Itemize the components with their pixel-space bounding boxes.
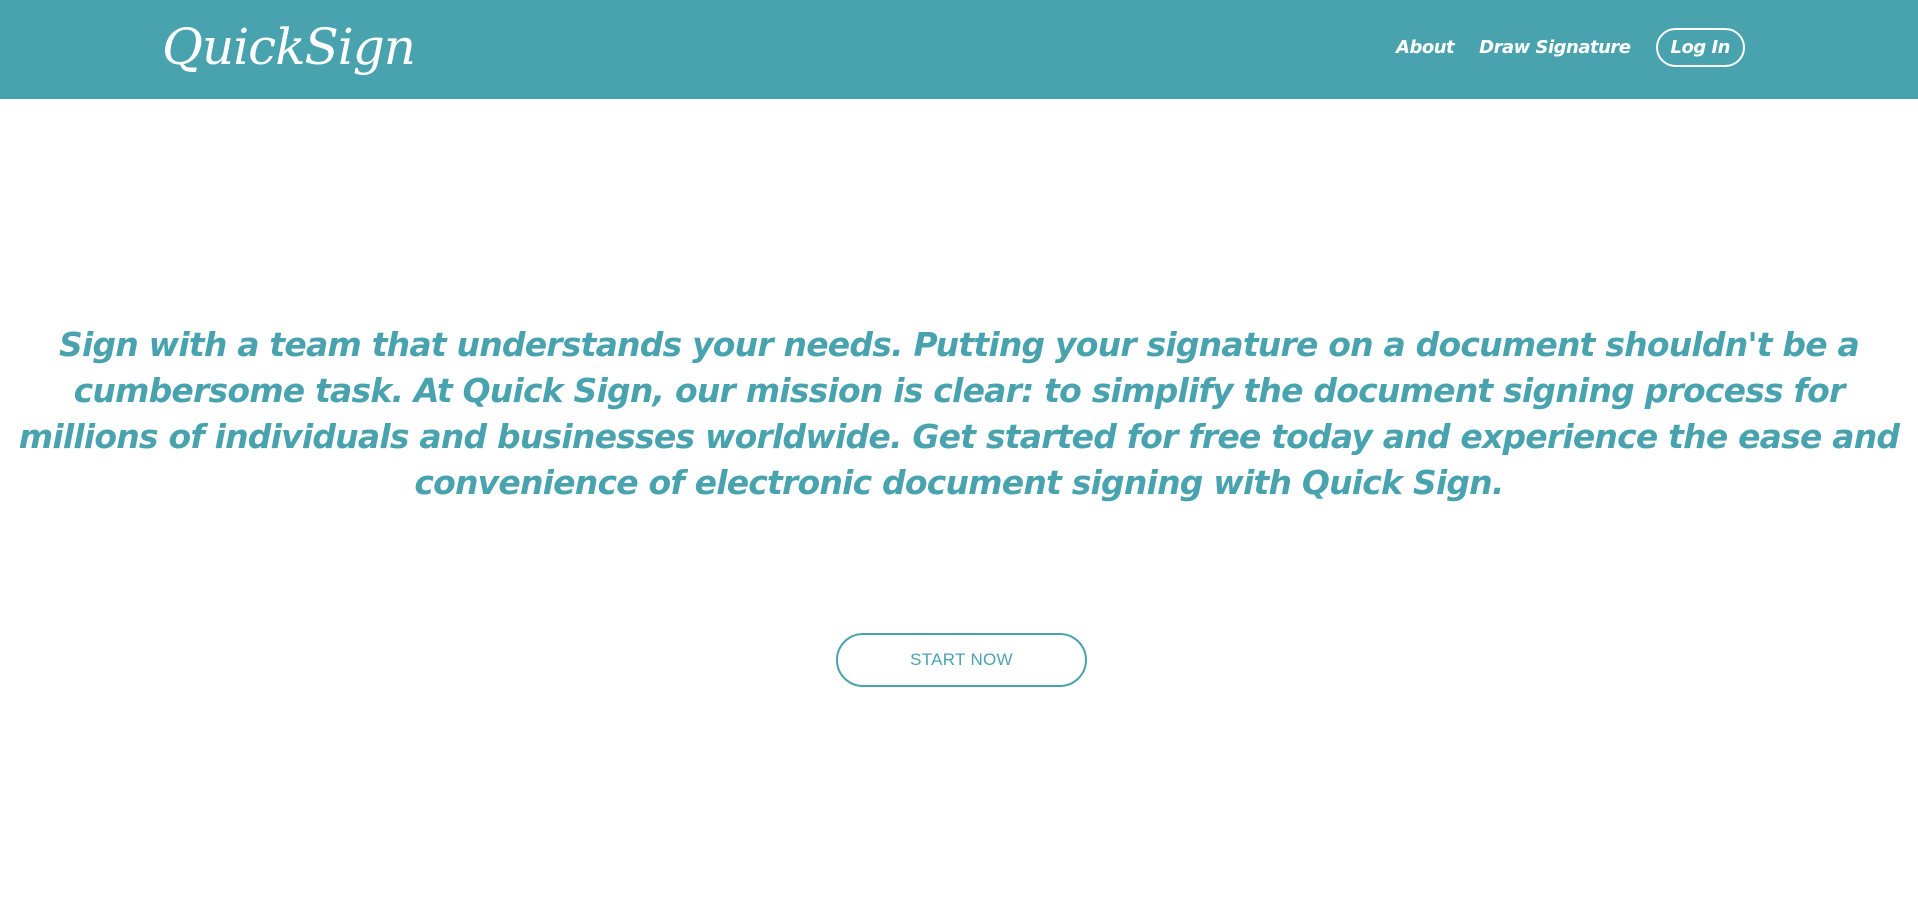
nav-link-about[interactable]: About: [1396, 29, 1455, 67]
navbar: QuickSign About Draw Signature Log In: [0, 0, 1918, 99]
login-button[interactable]: Log In: [1655, 28, 1745, 67]
start-now-button[interactable]: START NOW: [836, 633, 1087, 687]
brand-logo[interactable]: QuickSign: [162, 12, 416, 82]
nav-links: About Draw Signature Log In: [1371, 28, 1745, 67]
hero-text: Sign with a team that understands your n…: [18, 325, 1900, 502]
nav-link-draw-signature[interactable]: Draw Signature: [1479, 29, 1631, 67]
